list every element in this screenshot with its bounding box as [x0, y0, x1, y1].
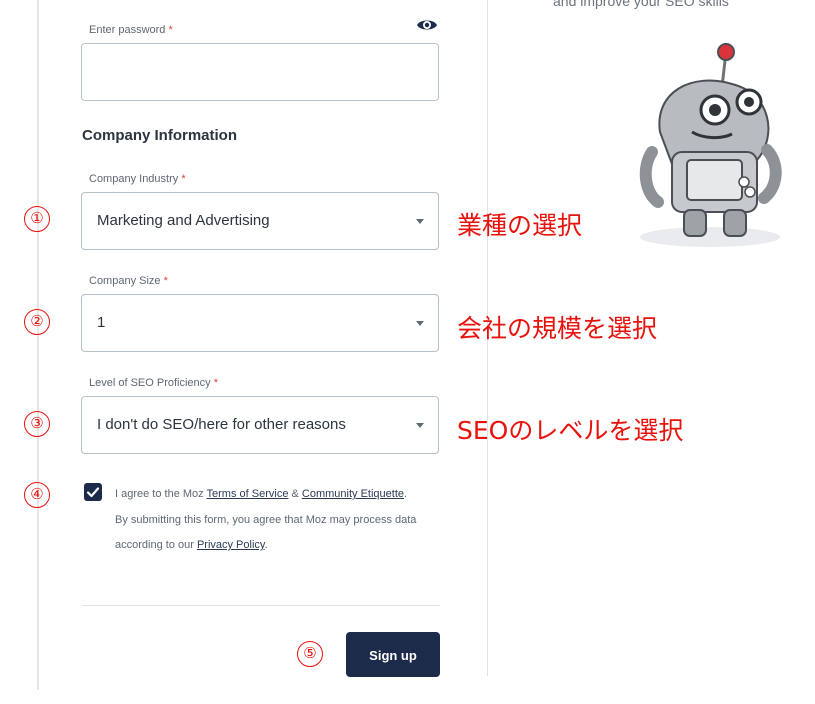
moz-robot-illustration	[639, 43, 782, 247]
terms-of-service-link[interactable]: Terms of Service	[207, 488, 289, 500]
password-label-text: Enter password	[89, 24, 166, 36]
size-select-value: 1	[97, 314, 106, 331]
signup-button[interactable]: Sign up	[346, 632, 440, 677]
step-number-4: ④	[24, 482, 50, 508]
required-mark: *	[163, 275, 168, 287]
industry-annotation: 業種の選択	[457, 211, 583, 240]
form-divider	[82, 605, 440, 606]
consent-text: I agree to the Moz Terms of Service & Co…	[115, 482, 435, 559]
caret-down-icon	[416, 219, 424, 224]
industry-select[interactable]: Marketing and Advertising	[81, 192, 439, 250]
required-mark: *	[168, 24, 173, 36]
consent-checkbox[interactable]	[84, 483, 102, 501]
promo-text: and improve your SEO skills	[553, 0, 729, 9]
industry-select-value: Marketing and Advertising	[97, 212, 270, 229]
left-border	[37, 0, 39, 690]
consent-prefix: I agree to the Moz	[115, 488, 207, 500]
industry-label-text: Company Industry	[89, 173, 179, 185]
checkmark-icon	[86, 487, 100, 498]
consent-period: .	[404, 488, 408, 500]
seo-level-select-value: I don't do SEO/here for other reasons	[97, 416, 346, 433]
industry-label: Company Industry *	[89, 173, 186, 185]
size-annotation: 会社の規模を選択	[457, 314, 658, 343]
step-number-3: ③	[24, 411, 50, 437]
required-mark: *	[181, 173, 186, 185]
step-number-2: ②	[24, 309, 50, 335]
signup-page: Enter password * Company Information Com…	[0, 0, 815, 704]
required-mark: *	[213, 377, 219, 389]
size-label-text: Company Size	[89, 275, 161, 287]
consent-amp: &	[288, 488, 302, 500]
seo-level-label: Level of SEO Proficiency *	[89, 377, 218, 389]
password-input[interactable]	[81, 43, 439, 101]
seo-level-select[interactable]: I don't do SEO/here for other reasons	[81, 396, 439, 454]
section-title: Company Information	[82, 127, 238, 144]
caret-down-icon	[416, 423, 424, 428]
password-label: Enter password *	[89, 24, 173, 36]
caret-down-icon	[416, 321, 424, 326]
size-select[interactable]: 1	[81, 294, 439, 352]
seo-level-label-text: Level of SEO Proficiency	[89, 377, 211, 389]
community-etiquette-link[interactable]: Community Etiquette	[302, 488, 404, 500]
size-label: Company Size *	[89, 275, 168, 287]
consent-end: .	[264, 539, 268, 551]
step-number-5: ⑤	[297, 641, 323, 667]
seo-annotation: SEOのレベルを選択	[457, 416, 684, 445]
eye-icon[interactable]	[416, 17, 438, 33]
privacy-policy-link[interactable]: Privacy Policy	[197, 539, 265, 551]
step-number-1: ①	[24, 206, 50, 232]
